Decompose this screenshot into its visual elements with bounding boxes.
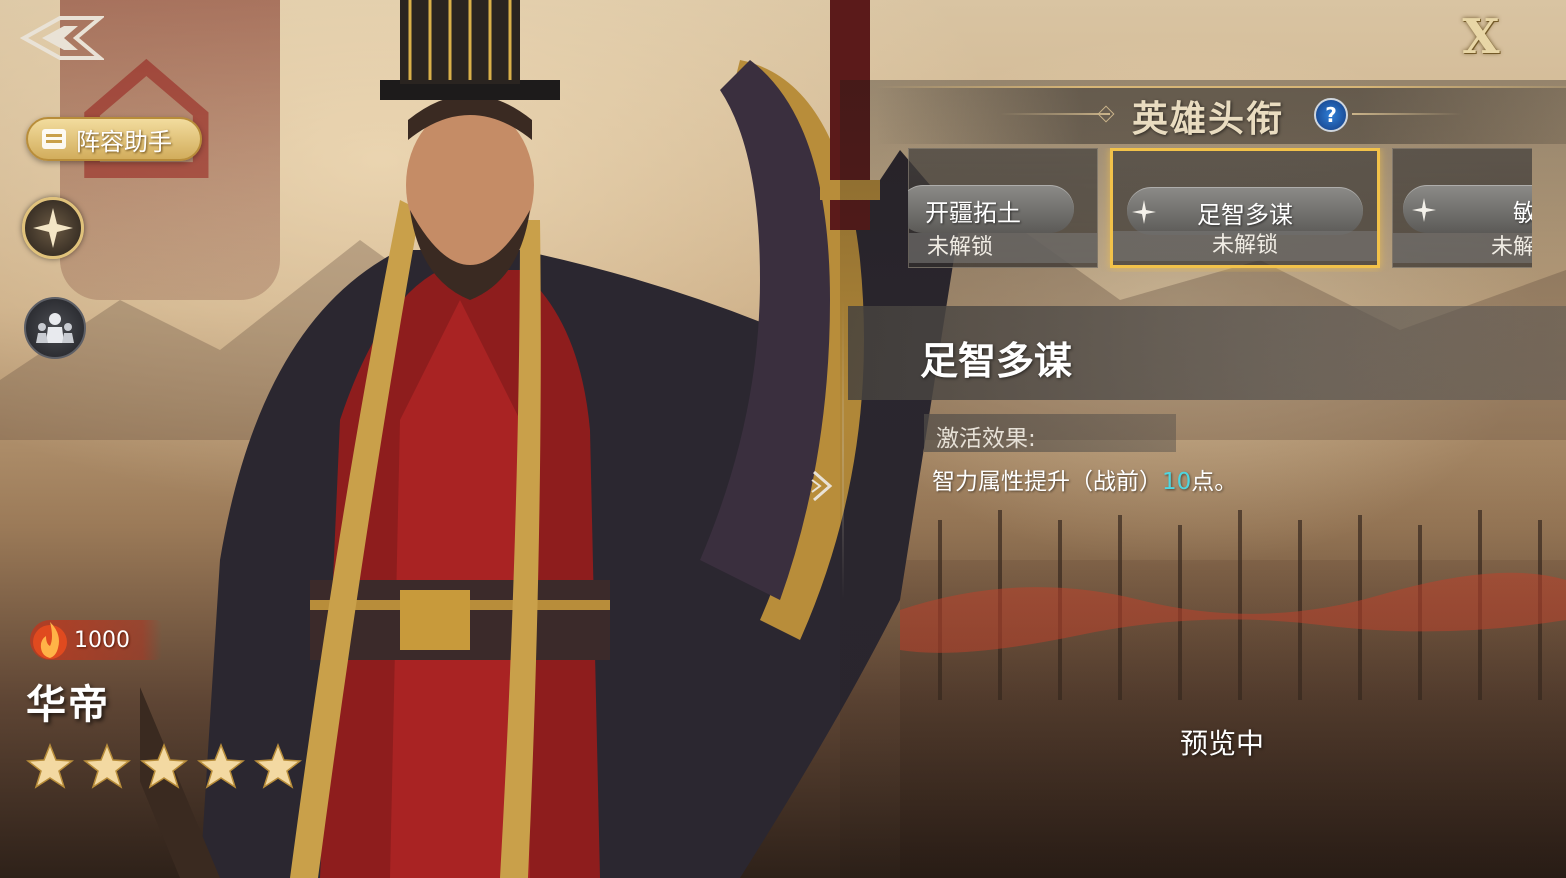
hero-name: 华帝 xyxy=(26,682,110,728)
panel-divider xyxy=(842,300,844,600)
title-card-status: 未解锁 xyxy=(909,233,1097,263)
lineup-assistant-label: 阵容助手 xyxy=(76,127,172,156)
effect-prefix: 智力属性提升（战前） xyxy=(932,469,1162,495)
star-icon xyxy=(83,742,131,789)
title-star-button[interactable] xyxy=(22,197,84,259)
collapse-panel-button[interactable] xyxy=(808,466,838,506)
title-card[interactable]: 开疆拓土 未解锁 xyxy=(908,148,1098,268)
star-icon xyxy=(254,742,302,789)
title-card-selected[interactable]: 足智多谋 未解锁 xyxy=(1110,148,1380,268)
help-button[interactable]: ? xyxy=(1314,98,1348,132)
hero-star-rating xyxy=(26,742,302,790)
effect-value: 10 xyxy=(1162,469,1192,495)
book-icon xyxy=(42,129,66,149)
soldiers-icon xyxy=(36,313,74,343)
title-card-list[interactable]: 开疆拓土 未解锁 足智多谋 未解锁 敏 未解 xyxy=(908,148,1532,272)
flame-icon xyxy=(33,622,67,659)
effect-description: 智力属性提升（战前）10点。 xyxy=(932,462,1237,496)
title-card[interactable]: 敏 未解 xyxy=(1392,148,1532,268)
close-button[interactable]: X xyxy=(1450,9,1512,65)
power-value: 1000 xyxy=(74,627,130,653)
compass-star-icon xyxy=(33,208,73,248)
title-card-name: 开疆拓土 xyxy=(925,199,1021,227)
formation-button[interactable] xyxy=(24,297,86,359)
detail-title: 足智多谋 xyxy=(920,339,1073,383)
title-card-status: 未解 xyxy=(1393,233,1532,263)
effect-suffix: 点。 xyxy=(1191,469,1238,495)
star-icon xyxy=(26,742,74,789)
title-card-name: 敏 xyxy=(1513,199,1532,227)
chevron-right-icon xyxy=(811,470,833,502)
star-icon xyxy=(197,742,245,789)
header-divider-left xyxy=(1000,113,1110,115)
preview-status: 预览中 xyxy=(1180,727,1265,760)
panel-title: 英雄头衔 xyxy=(1132,99,1285,140)
title-card-name: 足智多谋 xyxy=(1197,201,1293,229)
star-icon xyxy=(140,742,188,789)
lineup-assistant-button[interactable]: 阵容助手 xyxy=(26,117,202,161)
header-divider-right xyxy=(1352,113,1462,115)
back-arrow-icon xyxy=(19,16,106,60)
back-button[interactable] xyxy=(19,12,106,64)
title-card-status: 未解锁 xyxy=(1113,231,1377,261)
effect-label: 激活效果: xyxy=(936,426,1036,452)
power-badge: 1000 xyxy=(30,620,162,660)
spark-icon xyxy=(1412,198,1436,222)
